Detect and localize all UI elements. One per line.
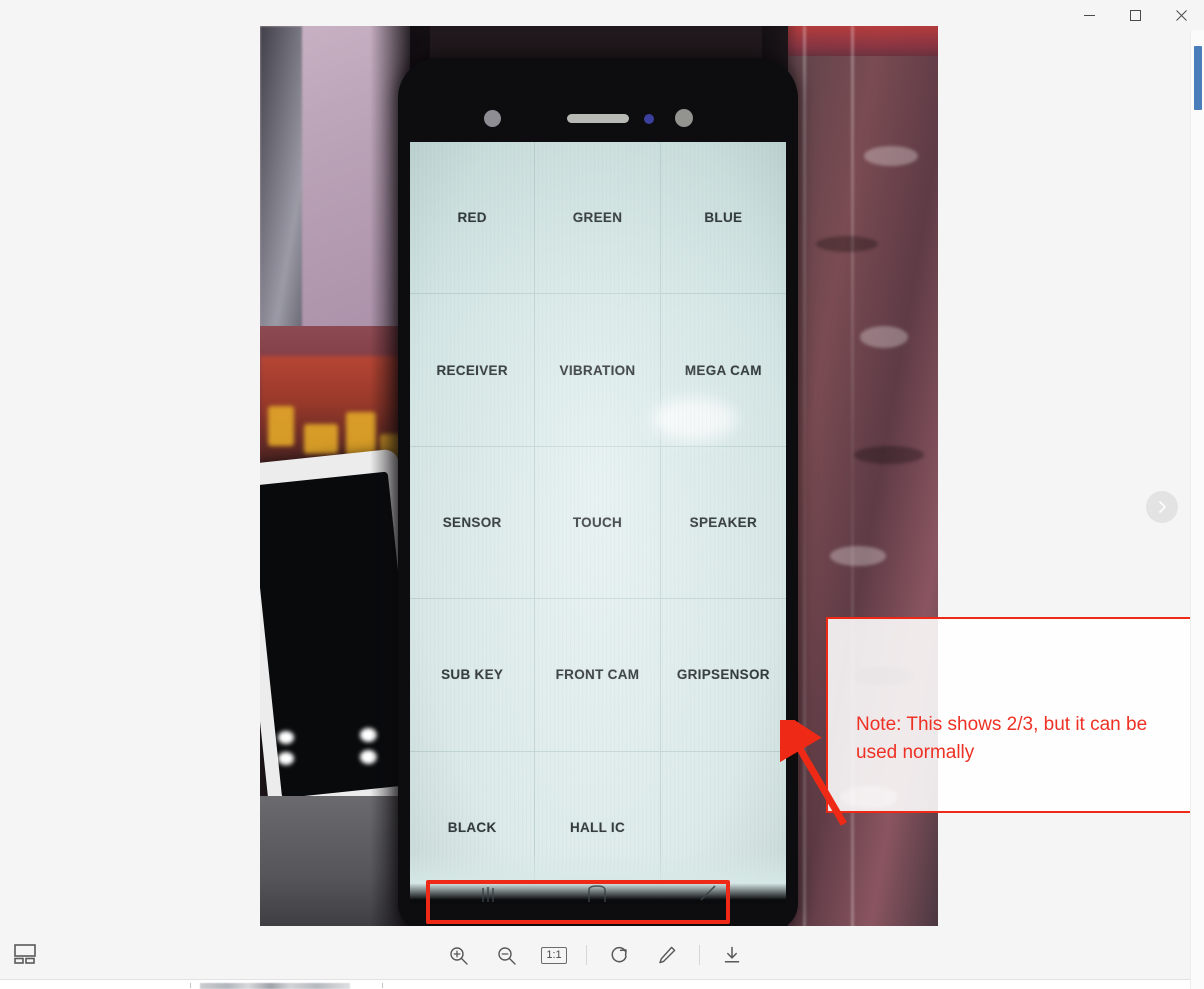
actual-size-button[interactable]: 1:1 (536, 938, 572, 972)
zoom-out-button[interactable] (488, 938, 524, 972)
scrollbar-track[interactable] (1191, 30, 1204, 989)
test-label: BLUE (704, 210, 743, 226)
test-label: GREEN (572, 210, 623, 226)
annotation-arrow-icon (780, 720, 848, 826)
minimize-icon (1083, 14, 1095, 16)
vertical-scrollbar[interactable] (1190, 30, 1204, 989)
test-cell-speaker: SPEAKER (660, 447, 786, 600)
earpiece-speaker (567, 114, 629, 123)
photo-light-glint (278, 731, 294, 744)
test-cell-front-cam: FRONT CAM (535, 599, 661, 752)
toolbar-separator (699, 945, 700, 965)
test-cell-red: RED (410, 142, 536, 295)
photo-wrap-wrinkle (860, 326, 908, 348)
android-navigation-bar (410, 852, 786, 904)
photo-wrap-wrinkle (830, 546, 886, 566)
test-cell-green: GREEN (535, 142, 661, 295)
recents-icon (482, 887, 495, 902)
test-label: RED (457, 210, 487, 226)
rotate-button[interactable] (601, 938, 637, 972)
zoom-in-icon (449, 946, 468, 965)
toolbar-separator (586, 945, 587, 965)
test-cell-blue: BLUE (660, 142, 786, 295)
photo-bg-yellow-object (304, 424, 338, 454)
viewer-toolbar: 1:1 (0, 930, 1190, 980)
edit-button[interactable] (649, 938, 685, 972)
device-test-screen: RED GREEN BLUE RECEIVER VIBRATION MEGA C… (410, 142, 786, 904)
photo-wrap-wrinkle (854, 666, 914, 686)
test-cell-receiver: RECEIVER (410, 294, 536, 447)
test-cell-sensor: SENSOR (410, 446, 536, 600)
pencil-icon (659, 946, 676, 964)
test-label: SENSOR (442, 514, 502, 530)
window-controls (1066, 0, 1204, 30)
test-label: MEGA CAM (684, 362, 762, 378)
notification-led (644, 114, 654, 124)
test-label: VIBRATION (559, 362, 636, 378)
test-label: HALL IC (569, 819, 626, 835)
photo-wrap-wrinkle (864, 146, 918, 166)
download-icon (724, 946, 740, 963)
rotate-icon (611, 946, 627, 963)
background-tick (190, 983, 191, 988)
close-icon (1175, 9, 1187, 21)
photo-bg-yellow-object (268, 406, 294, 446)
minimize-button[interactable] (1066, 0, 1112, 30)
test-cell-gripsensor: GRIPSENSOR (660, 599, 786, 752)
test-label: SUB KEY (441, 667, 504, 683)
test-label: GRIPSENSOR (676, 667, 770, 683)
photo-wrap-wrinkle (854, 446, 924, 464)
download-button[interactable] (714, 938, 750, 972)
background-tick (382, 983, 383, 988)
test-cell-touch: TOUCH (535, 446, 661, 600)
photo-bg-right-red-top (788, 26, 938, 56)
actual-size-label: 1:1 (541, 946, 567, 964)
background-blurred-text (200, 983, 350, 989)
home-icon (588, 885, 606, 902)
screen-light-flare (653, 398, 737, 440)
test-label: FRONT CAM (555, 667, 640, 683)
image-viewer-window: RED GREEN BLUE RECEIVER VIBRATION MEGA C… (0, 0, 1204, 989)
annotation-note-text: Note: This shows 2/3, but it can be used… (856, 714, 1148, 763)
close-button[interactable] (1158, 0, 1204, 30)
maximize-button[interactable] (1112, 0, 1158, 30)
test-label: TOUCH (572, 514, 623, 530)
maximize-icon (1129, 9, 1141, 21)
test-label: RECEIVER (436, 362, 508, 378)
zoom-in-button[interactable] (440, 938, 476, 972)
chevron-right-icon (1159, 501, 1166, 513)
photo-light-glint (278, 752, 294, 765)
proximity-sensor (484, 110, 501, 127)
test-label: BLACK (447, 819, 497, 835)
test-item-grid: RED GREEN BLUE RECEIVER VIBRATION MEGA C… (410, 142, 786, 904)
image-stage: RED GREEN BLUE RECEIVER VIBRATION MEGA C… (0, 26, 1194, 930)
test-cell-sub-key: SUB KEY (410, 599, 536, 752)
test-label: SPEAKER (689, 514, 758, 530)
scrollbar-thumb[interactable] (1194, 46, 1202, 110)
next-image-button[interactable] (1146, 491, 1178, 523)
zoom-out-icon (497, 946, 516, 965)
photo-wrap-wrinkle (816, 236, 878, 252)
photo-device-under-test: RED GREEN BLUE RECEIVER VIBRATION MEGA C… (398, 58, 798, 926)
front-camera-lens (675, 109, 693, 127)
test-cell-vibration: VIBRATION (535, 294, 661, 447)
background-page-sliver (0, 979, 1204, 989)
back-icon (700, 885, 716, 901)
